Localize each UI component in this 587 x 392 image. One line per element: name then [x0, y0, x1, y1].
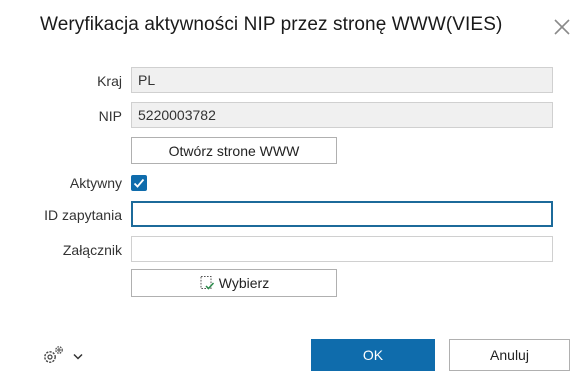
close-icon	[554, 19, 570, 35]
close-button[interactable]	[551, 16, 573, 38]
aktywny-checkbox[interactable]	[131, 175, 147, 191]
id-zapytania-input[interactable]	[131, 201, 553, 227]
open-www-button[interactable]: Otwórz strone WWW	[131, 137, 337, 164]
file-select-icon	[200, 276, 214, 290]
dialog-title: Weryfikacja aktywności NIP przez stronę …	[40, 14, 503, 35]
gear-icon	[44, 346, 63, 363]
dialog: Weryfikacja aktywności NIP przez stronę …	[0, 0, 587, 392]
kraj-field: PL	[131, 67, 553, 93]
nip-label: NIP	[98, 108, 122, 124]
settings-menu-button[interactable]	[41, 344, 83, 368]
aktywny-label: Aktywny	[69, 175, 122, 191]
ok-button[interactable]: OK	[311, 339, 435, 371]
nip-field: 5220003782	[131, 102, 553, 128]
zalacznik-label: Załącznik	[62, 242, 122, 258]
zalacznik-input[interactable]	[131, 236, 553, 262]
wybierz-label: Wybierz	[218, 275, 270, 291]
wybierz-button[interactable]: Wybierz	[131, 269, 337, 297]
kraj-label: Kraj	[97, 73, 122, 89]
id-zapytania-label: ID zapytania	[44, 207, 122, 223]
cancel-button[interactable]: Anuluj	[449, 339, 570, 371]
chevron-down-icon	[73, 353, 83, 360]
checkmark-icon	[133, 178, 145, 188]
